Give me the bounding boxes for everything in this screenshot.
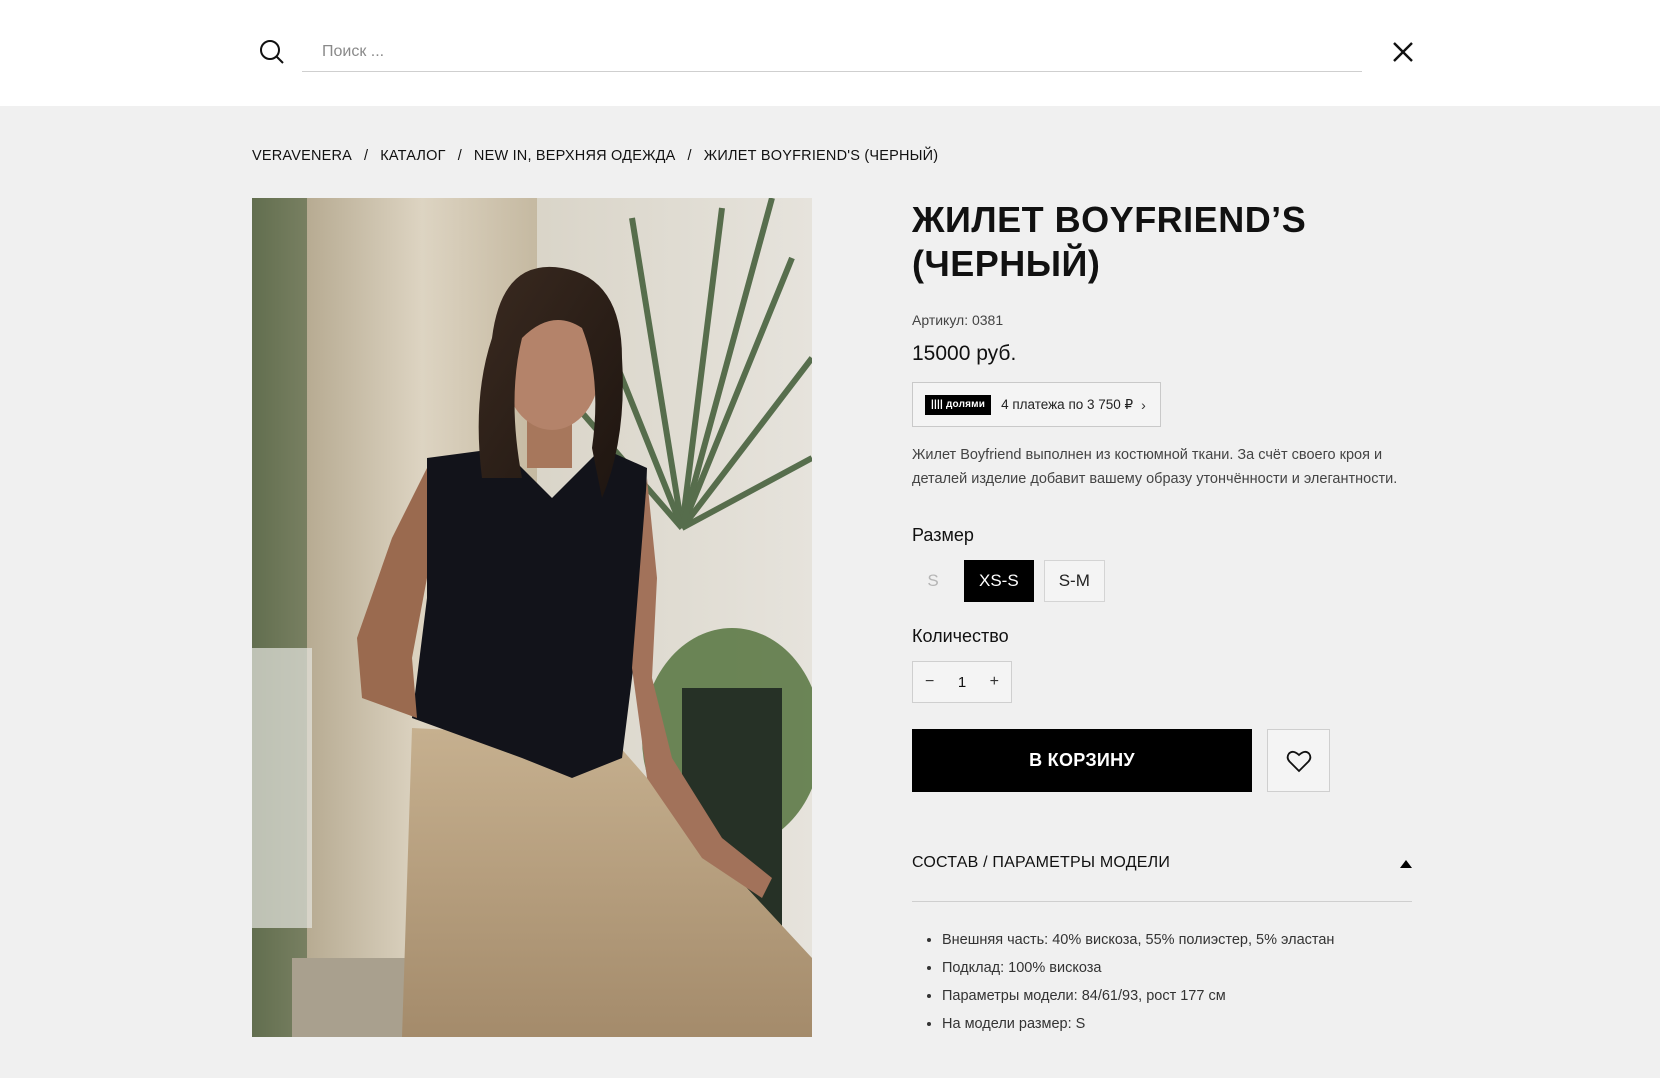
breadcrumb-home[interactable]: VERAVENERA <box>252 148 352 164</box>
size-option-s: S <box>927 571 939 590</box>
search-icon[interactable] <box>258 38 286 66</box>
list-item: Подклад: 100% вискоза <box>942 954 1412 982</box>
breadcrumb: VERAVENERA / КАТАЛОГ / NEW IN, ВЕРХНЯЯ О… <box>252 148 938 164</box>
search-bar <box>0 0 1660 106</box>
list-item: На модели размер: S <box>942 1010 1412 1038</box>
quantity-decrease-button[interactable]: − <box>925 673 934 691</box>
size-option-s-m[interactable]: S-M <box>1043 560 1105 602</box>
list-item: Параметры модели: 84/61/93, рост 177 см <box>942 982 1412 1010</box>
size-selector: S XS-S S-M <box>912 560 1412 602</box>
breadcrumb-separator: / <box>364 148 369 164</box>
dolyami-logo: |||| долями <box>925 394 992 415</box>
size-option-xs-s[interactable]: XS-S <box>964 560 1034 602</box>
composition-accordion-header[interactable]: СОСТАВ / ПАРАМЕТРЫ МОДЕЛИ <box>912 854 1412 902</box>
chevron-right-icon: › <box>1141 396 1146 413</box>
accordion-title: СОСТАВ / ПАРАМЕТРЫ МОДЕЛИ <box>912 854 1171 871</box>
breadcrumb-separator: / <box>457 148 462 164</box>
product-title-line1: ЖИЛЕТ BOYFRIEND’S <box>912 199 1307 240</box>
product-title: ЖИЛЕТ BOYFRIEND’S (ЧЕРНЫЙ) <box>912 198 1412 286</box>
breadcrumb-current: ЖИЛЕТ BOYFRIEND'S (ЧЕРНЫЙ) <box>703 148 939 164</box>
product-photo[interactable] <box>252 198 812 1037</box>
list-item: Внешняя часть: 40% вискоза, 55% полиэсте… <box>942 926 1412 954</box>
product-title-line2: (ЧЕРНЫЙ) <box>912 243 1101 284</box>
product-info: ЖИЛЕТ BOYFRIEND’S (ЧЕРНЫЙ) Артикул: 0381… <box>912 198 1412 1038</box>
size-label: Размер <box>912 525 974 545</box>
quantity-label: Количество <box>912 626 1009 646</box>
composition-list: Внешняя часть: 40% вискоза, 55% полиэсте… <box>912 926 1412 1038</box>
triangle-up-icon <box>1400 860 1412 868</box>
breadcrumb-category[interactable]: NEW IN, ВЕРХНЯЯ ОДЕЖДА <box>474 148 676 164</box>
quantity-stepper: − 1 + <box>912 661 1012 703</box>
wishlist-button[interactable] <box>1267 729 1330 792</box>
close-icon[interactable] <box>1390 39 1416 65</box>
product-description: Жилет Boyfriend выполнен из костюмной тк… <box>912 447 1398 487</box>
product-actions: В КОРЗИНУ <box>912 729 1412 792</box>
dolyami-text: 4 платежа по 3 750 ₽ <box>1001 396 1134 412</box>
product-sku: Артикул: 0381 <box>912 312 1004 328</box>
dolyami-installment-button[interactable]: |||| долями 4 платежа по 3 750 ₽ › <box>912 382 1161 427</box>
heart-icon <box>1286 750 1311 772</box>
add-to-cart-button[interactable]: В КОРЗИНУ <box>912 729 1252 792</box>
product-price: 15000 руб. <box>912 342 1017 365</box>
quantity-increase-button[interactable]: + <box>990 673 999 691</box>
breadcrumb-separator: / <box>687 148 692 164</box>
search-input[interactable] <box>302 33 1362 72</box>
breadcrumb-catalog[interactable]: КАТАЛОГ <box>380 148 445 164</box>
quantity-value[interactable]: 1 <box>958 674 966 691</box>
